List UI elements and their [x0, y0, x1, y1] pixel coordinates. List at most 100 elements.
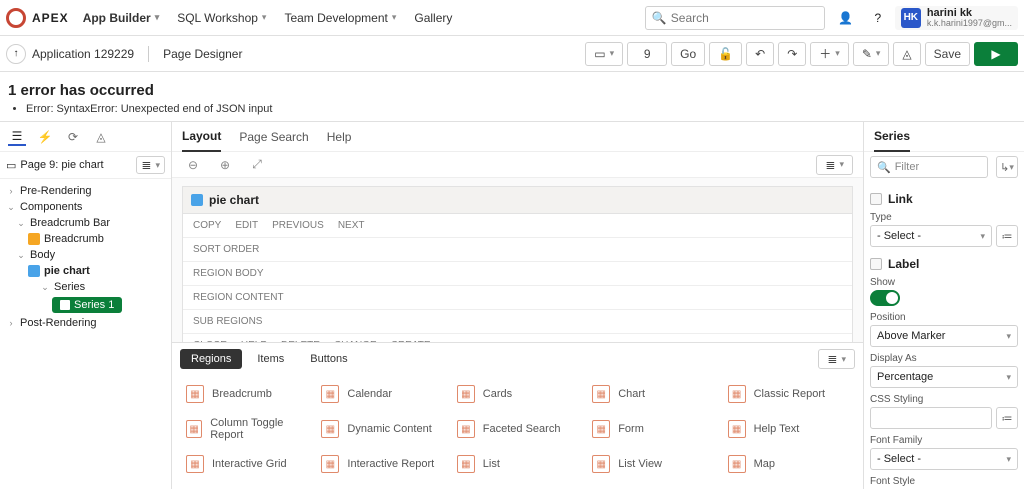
- chevron-down-icon: ▾: [392, 12, 397, 23]
- slot-region-body[interactable]: REGION BODY: [193, 268, 264, 279]
- user-name: harini kk: [927, 8, 1012, 19]
- up-level-icon[interactable]: ↑: [6, 44, 26, 64]
- section-link: Link: [888, 192, 913, 206]
- nav-app-builder[interactable]: App Builder▾: [83, 11, 160, 25]
- gallery-item-icon: ▦: [457, 385, 475, 403]
- gallery-item[interactable]: ▦Dynamic Content: [317, 411, 446, 447]
- gallery-item[interactable]: ▦Classic Report: [724, 379, 853, 409]
- gallery-item[interactable]: ▦Interactive Report: [317, 449, 446, 479]
- tab-series-properties[interactable]: Series: [874, 122, 910, 152]
- slot-region-content[interactable]: REGION CONTENT: [193, 292, 284, 303]
- gallery-item[interactable]: ▦ Help Text: [724, 411, 853, 447]
- global-search-input[interactable]: [671, 11, 818, 25]
- select-font-family[interactable]: - Select -▾: [870, 448, 1018, 470]
- toggle-show[interactable]: [870, 290, 900, 306]
- gallery-item[interactable]: ▦Chart: [588, 379, 717, 409]
- region-piechart[interactable]: pie chart COPYEDITPREVIOUSNEXT SORT ORDE…: [182, 186, 853, 342]
- gallery-item[interactable]: ▦List: [453, 449, 582, 479]
- slot-edit[interactable]: EDIT: [235, 220, 258, 231]
- select-type[interactable]: - Select -▾: [870, 225, 992, 247]
- region-icon: [28, 233, 40, 245]
- page-selector-button[interactable]: ▭▾: [585, 42, 623, 66]
- slot-sort-order[interactable]: SORT ORDER: [193, 244, 259, 255]
- gallery-item[interactable]: ▦Faceted Search: [453, 411, 582, 447]
- lock-icon: 🔓: [718, 47, 733, 61]
- gallery-item-icon: ▦: [728, 420, 746, 438]
- type-options-button[interactable]: ≔: [996, 225, 1018, 247]
- nav-team-development[interactable]: Team Development▾: [284, 11, 396, 25]
- global-search[interactable]: 🔍: [645, 6, 825, 30]
- go-button[interactable]: Go: [671, 42, 705, 66]
- utilities-button[interactable]: ✎▾: [853, 42, 890, 66]
- help-icon[interactable]: ?: [867, 7, 889, 29]
- tab-rendering-tree[interactable]: ☰: [8, 128, 26, 146]
- brand-text: APEX: [32, 11, 69, 25]
- tree-menu-button[interactable]: ≣▾: [136, 156, 165, 174]
- section-checkbox[interactable]: [870, 258, 882, 270]
- slot-previous[interactable]: PREVIOUS: [272, 220, 324, 231]
- node-body[interactable]: ⌄Body: [0, 247, 171, 263]
- run-button[interactable]: ▶: [974, 42, 1018, 66]
- node-components[interactable]: ⌄Components: [0, 199, 171, 215]
- gallery-item-icon: ▦: [592, 455, 610, 473]
- node-breadcrumb[interactable]: Breadcrumb: [0, 231, 171, 247]
- zoom-out-icon[interactable]: ⊖: [182, 154, 204, 176]
- layout-menu-button[interactable]: ≣▾: [816, 155, 853, 175]
- slot-copy[interactable]: COPY: [193, 220, 221, 231]
- css-options-button[interactable]: ≔: [996, 407, 1018, 429]
- section-checkbox[interactable]: [870, 193, 882, 205]
- gallery-tab-regions[interactable]: Regions: [180, 349, 242, 369]
- save-button[interactable]: Save: [925, 42, 970, 66]
- select-position[interactable]: Above Marker▾: [870, 325, 1018, 347]
- gallery-item[interactable]: ▦Cards: [453, 379, 582, 409]
- tab-help[interactable]: Help: [327, 122, 352, 152]
- breadcrumb-app[interactable]: Application 129229: [32, 47, 134, 61]
- tab-shared[interactable]: ◬: [92, 128, 110, 146]
- gallery-item[interactable]: ▦Column Toggle Report: [182, 411, 311, 447]
- nav-sql-workshop[interactable]: SQL Workshop▾: [177, 11, 266, 25]
- admin-icon[interactable]: 👤: [835, 7, 857, 29]
- nav-gallery[interactable]: Gallery: [414, 11, 452, 25]
- gallery-item[interactable]: ▦Form: [588, 411, 717, 447]
- filter-options-button[interactable]: ↳▾: [996, 156, 1018, 178]
- node-post-rendering[interactable]: ›Post-Rendering: [0, 315, 171, 331]
- zoom-in-icon[interactable]: ⊕: [214, 154, 236, 176]
- tab-dynamic-actions[interactable]: ⚡: [36, 128, 54, 146]
- redo-button[interactable]: ↷: [778, 42, 806, 66]
- gallery-menu-button[interactable]: ≣▾: [818, 349, 855, 369]
- undo-button[interactable]: ↶: [746, 42, 774, 66]
- gallery-item-label: Calendar: [347, 388, 392, 400]
- gallery-item[interactable]: ▦Calendar: [317, 379, 446, 409]
- gallery-item[interactable]: ▦Map: [724, 449, 853, 479]
- tab-layout[interactable]: Layout: [182, 122, 221, 152]
- input-css-styling[interactable]: [870, 407, 992, 429]
- gallery-tab-buttons[interactable]: Buttons: [299, 349, 358, 369]
- user-menu[interactable]: HK harini kk k.k.harini1997@gm...: [895, 6, 1018, 30]
- slot-sub-regions[interactable]: SUB REGIONS: [193, 316, 262, 327]
- gallery-item[interactable]: ▦ List View: [588, 449, 717, 479]
- gallery-tab-items[interactable]: Items: [246, 349, 295, 369]
- create-button[interactable]: ＋▾: [810, 42, 849, 66]
- property-filter[interactable]: 🔍Filter: [870, 156, 988, 178]
- node-pre-rendering[interactable]: ›Pre-Rendering: [0, 183, 171, 199]
- page-number-input[interactable]: [627, 42, 667, 66]
- slot-next[interactable]: NEXT: [338, 220, 365, 231]
- node-piechart[interactable]: pie chart: [0, 263, 171, 279]
- lock-button[interactable]: 🔓: [709, 42, 742, 66]
- label-css-styling: CSS Styling: [870, 394, 1018, 405]
- node-breadcrumb-bar[interactable]: ⌄Breadcrumb Bar: [0, 215, 171, 231]
- layout-canvas: pie chart COPYEDITPREVIOUSNEXT SORT ORDE…: [172, 178, 863, 342]
- expand-icon[interactable]: ⤢: [246, 154, 268, 176]
- redo-icon: ↷: [787, 47, 797, 61]
- node-series-folder[interactable]: ⌄Series: [0, 279, 171, 295]
- shared-components-button[interactable]: ◬: [893, 42, 920, 66]
- node-series1[interactable]: Series 1: [0, 295, 171, 315]
- select-display-as[interactable]: Percentage▾: [870, 366, 1018, 388]
- gallery-item[interactable]: ▦Interactive Grid: [182, 449, 311, 479]
- gallery-item-icon: ▦: [592, 420, 610, 438]
- gallery-item-label: List View: [618, 458, 662, 470]
- gallery-item[interactable]: ▦Breadcrumb: [182, 379, 311, 409]
- tab-processing[interactable]: ⟳: [64, 128, 82, 146]
- tab-page-search[interactable]: Page Search: [239, 122, 308, 152]
- gallery-item-label: Help Text: [754, 423, 800, 435]
